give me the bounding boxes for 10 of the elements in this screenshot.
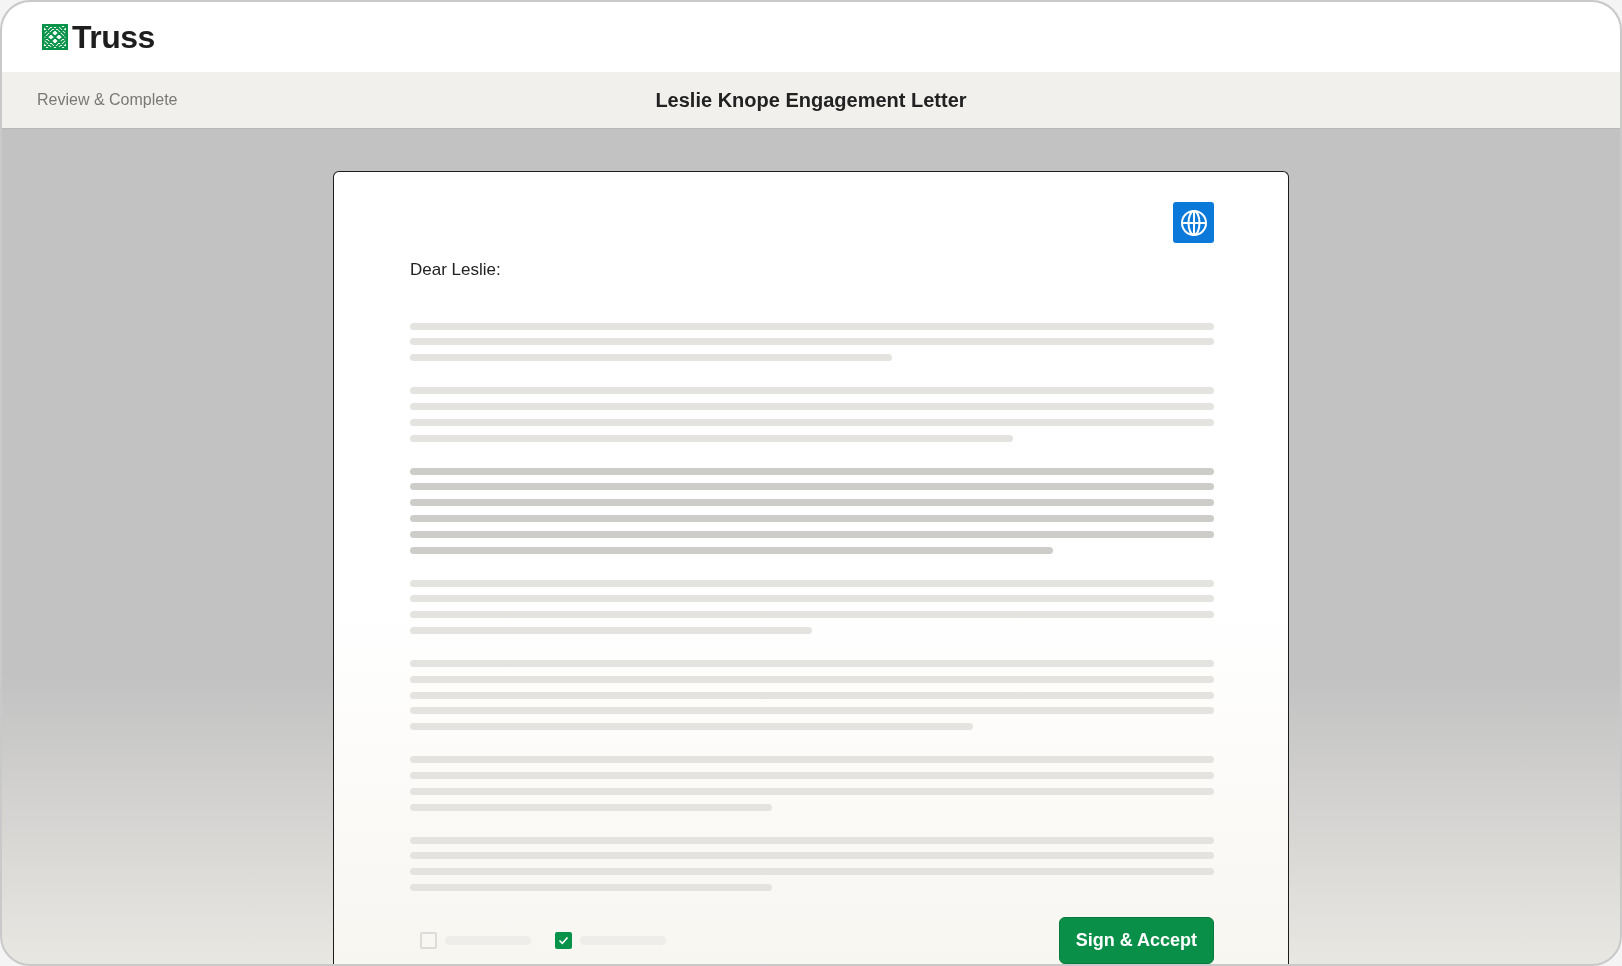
breadcrumb: Review & Complete <box>36 90 178 111</box>
greeting: Dear Leslie: <box>410 259 502 282</box>
brand-name: Truss <box>72 18 155 58</box>
check-icon <box>558 935 569 946</box>
page-title: Leslie Knope Engagement Letter <box>655 89 967 112</box>
logo-icon <box>42 24 68 51</box>
sign-accept-button[interactable]: Sign & Accept <box>1058 917 1214 964</box>
language-button[interactable] <box>1173 202 1214 244</box>
checkbox[interactable] <box>555 932 572 949</box>
globe-icon <box>1179 208 1208 237</box>
